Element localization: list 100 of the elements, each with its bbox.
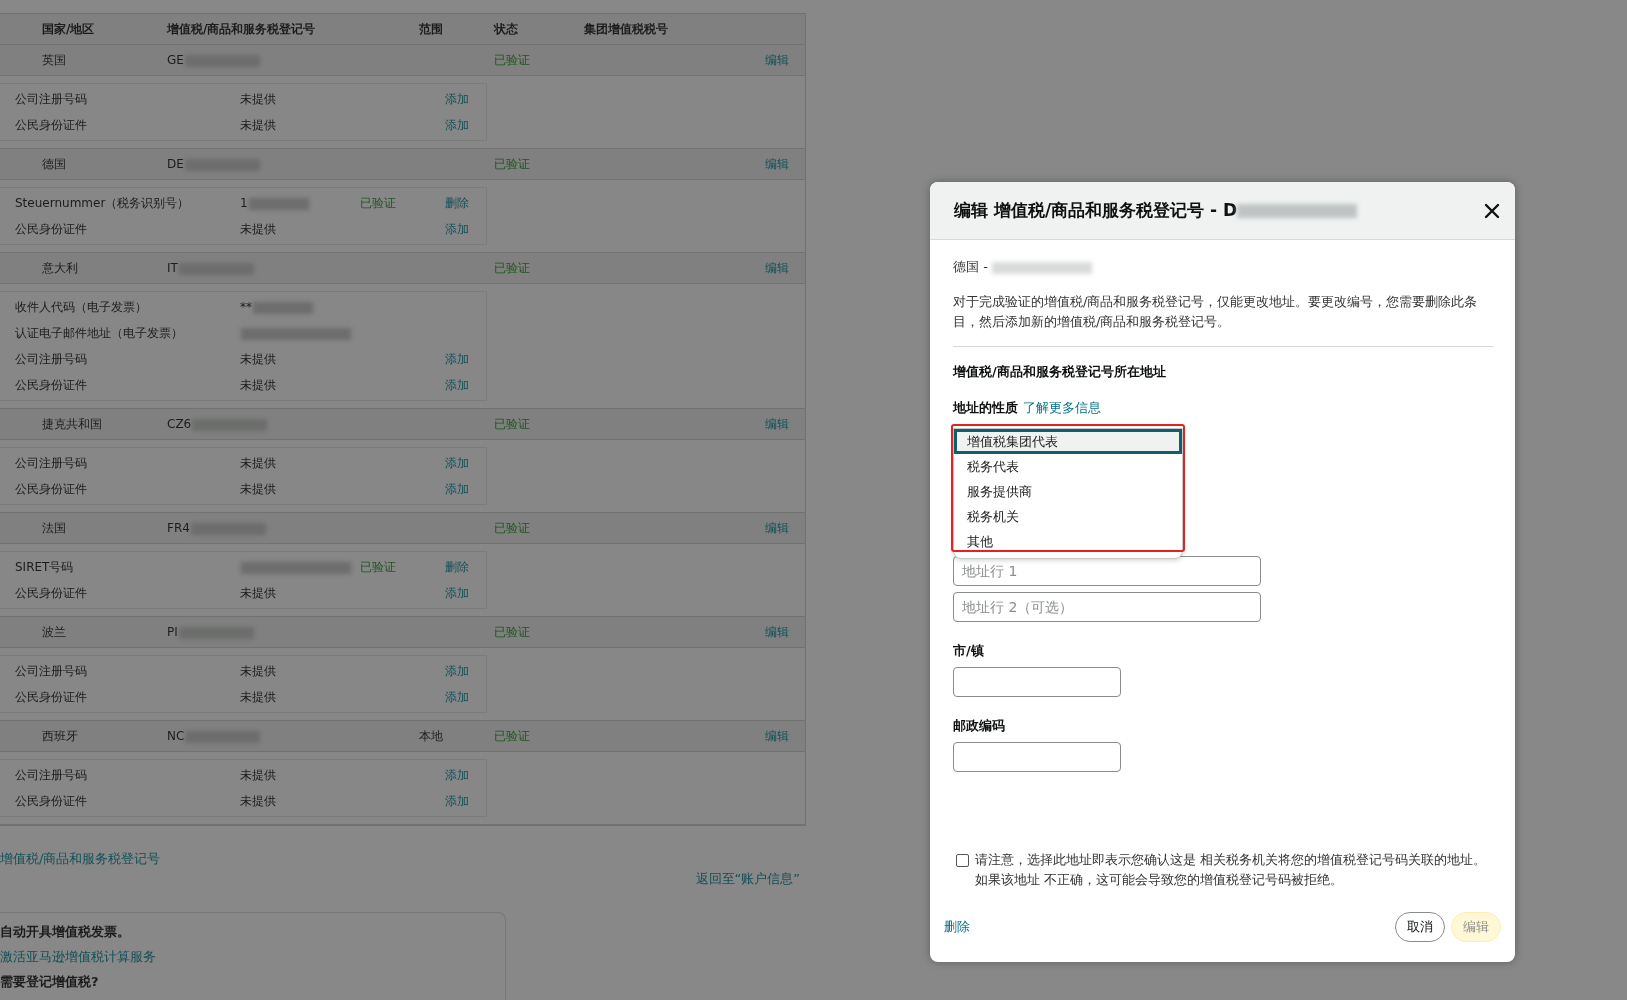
detail-action-link[interactable]: 添加	[445, 793, 469, 808]
listbox-option[interactable]: 服务提供商	[954, 479, 1182, 504]
detail-label: 公司注册号码	[15, 90, 88, 108]
edit-link[interactable]: 编辑	[765, 624, 789, 639]
learn-more-link[interactable]: 了解更多信息	[1022, 400, 1101, 415]
address-type-listbox[interactable]: 增值税集团代表 税务代表 服务提供商 税务机关 其他	[953, 428, 1183, 559]
edit-link[interactable]: 编辑	[765, 416, 789, 431]
detail-action-link[interactable]: 添加	[445, 585, 469, 600]
postcode-field[interactable]	[953, 742, 1121, 772]
vat-number: DE	[167, 157, 184, 171]
detail-action-link[interactable]: 添加	[445, 663, 469, 678]
listbox-option[interactable]: 税务机关	[954, 504, 1182, 529]
section-title: 增值税/商品和服务税登记号所在地址	[953, 363, 1167, 381]
country-name: 英国	[42, 51, 67, 69]
listbox-option[interactable]: 税务代表	[954, 454, 1182, 479]
detail-label: SIRET号码	[15, 558, 75, 576]
delete-link[interactable]: 删除	[944, 918, 970, 936]
column-header: 增值税/商品和服务税登记号	[167, 20, 317, 38]
status-text: 已验证	[494, 155, 531, 173]
detail-action-link[interactable]: 添加	[445, 767, 469, 782]
detail-label: Steuernummer（税务识别号）	[15, 194, 191, 212]
edit-link[interactable]: 编辑	[765, 156, 789, 171]
detail-value: 未提供	[240, 793, 276, 808]
detail-action-link[interactable]: 添加	[445, 481, 469, 496]
edit-link[interactable]: 编辑	[765, 52, 789, 67]
status-text: 已验证	[360, 559, 396, 574]
detail-label: 公民身份证件	[15, 376, 88, 394]
listbox-option[interactable]: 其他	[954, 529, 1182, 554]
detail-action-link[interactable]: 删除	[445, 559, 469, 574]
country-name: 法国	[42, 519, 67, 537]
detail-value: 未提供	[240, 117, 276, 132]
detail-label: 公民身份证件	[15, 688, 88, 706]
detail-value: 未提供	[240, 689, 276, 704]
info-question: 需要登记增值税?	[0, 973, 100, 991]
detail-label: 公司注册号码	[15, 662, 88, 680]
detail-label: 公民身份证件	[15, 480, 88, 498]
close-icon[interactable]	[1483, 201, 1501, 220]
cancel-button[interactable]: 取消	[1395, 912, 1445, 942]
detail-action-link[interactable]: 删除	[445, 195, 469, 210]
info-heading: 自动开具增值税发票。	[0, 923, 131, 941]
status-text: 已验证	[360, 195, 396, 210]
detail-action-link[interactable]: 添加	[445, 689, 469, 704]
detail-value: 未提供	[240, 377, 276, 392]
edit-link[interactable]: 编辑	[765, 728, 789, 743]
detail-value: 未提供	[240, 221, 276, 236]
country-name: 捷克共和国	[42, 415, 103, 433]
back-link[interactable]: 返回至“账户信息”	[695, 870, 800, 888]
column-header: 国家/地区	[42, 20, 96, 38]
column-header: 范围	[419, 20, 444, 38]
column-header: 集团增值税税号	[584, 20, 669, 38]
notice-text: 对于完成验证的增值税/商品和服务税登记号，仅能更改地址。要更改编号，您需要删除此条目，然后添加新的增值税/商品和服务税登记号。	[953, 292, 1493, 347]
country-name: 西班牙	[42, 727, 79, 745]
detail-action-link[interactable]: 添加	[445, 91, 469, 106]
detail-value: 未提供	[240, 481, 276, 496]
vat-number: PI	[167, 625, 178, 639]
detail-label: 公民身份证件	[15, 116, 88, 134]
detail-action-link[interactable]: 添加	[445, 377, 469, 392]
add-vat-link[interactable]: 增值税/商品和服务税登记号	[0, 850, 161, 868]
detail-value: 未提供	[240, 351, 276, 366]
detail-label: 公民身份证件	[15, 584, 88, 602]
field-label: 市/镇	[953, 642, 985, 660]
detail-value: **	[240, 300, 252, 314]
detail-value: 未提供	[240, 585, 276, 600]
confirm-checkbox[interactable]	[956, 854, 969, 867]
confirm-text: 请注意，选择此地址即表示您确认这是 相关税务机关将您的增值税登记号码关联的地址。如果该地址 不正确，这可能会导致您的增值税登记号码被拒绝。	[975, 851, 1488, 889]
detail-label: 认证电子邮件地址（电子发票）	[15, 324, 184, 342]
detail-label: 公民身份证件	[15, 220, 88, 238]
status-text: 已验证	[494, 519, 531, 537]
city-field[interactable]	[953, 667, 1121, 697]
detail-action-link[interactable]: 添加	[445, 221, 469, 236]
detail-label: 公民身份证件	[15, 792, 88, 810]
vat-number: CZ6	[167, 417, 192, 431]
edit-link[interactable]: 编辑	[765, 260, 789, 275]
detail-value: 未提供	[240, 663, 276, 678]
edit-link[interactable]: 编辑	[765, 520, 789, 535]
detail-label: 公司注册号码	[15, 350, 88, 368]
listbox-option[interactable]: 增值税集团代表	[954, 429, 1182, 454]
vat-number: FR4	[167, 521, 190, 535]
detail-value: 未提供	[240, 455, 276, 470]
detail-value: 1	[240, 196, 248, 210]
country-name: 波兰	[42, 623, 67, 641]
detail-action-link[interactable]: 添加	[445, 351, 469, 366]
dialog-subtitle: 德国 -	[953, 259, 989, 274]
vat-number: GE	[167, 53, 184, 67]
status-text: 已验证	[494, 415, 531, 433]
address-line-field[interactable]: 地址行 1	[953, 556, 1261, 586]
detail-label: 公司注册号码	[15, 766, 88, 784]
vat-number: IT	[167, 261, 178, 275]
scope-text: 本地	[419, 728, 443, 743]
address-line-field[interactable]: 地址行 2（可选）	[953, 592, 1261, 622]
activate-link[interactable]: 激活亚马逊增值税计算服务	[0, 948, 505, 966]
detail-label: 公司注册号码	[15, 454, 88, 472]
dialog-title: 编辑 增值税/商品和服务税登记号 - D	[954, 199, 1238, 222]
status-text: 已验证	[494, 51, 531, 69]
detail-value: 未提供	[240, 767, 276, 782]
vat-number: NC	[167, 729, 185, 743]
field-label: 邮政编码	[953, 717, 1006, 735]
detail-action-link[interactable]: 添加	[445, 455, 469, 470]
detail-label: 收件人代码（电子发票）	[15, 298, 148, 316]
detail-action-link[interactable]: 添加	[445, 117, 469, 132]
